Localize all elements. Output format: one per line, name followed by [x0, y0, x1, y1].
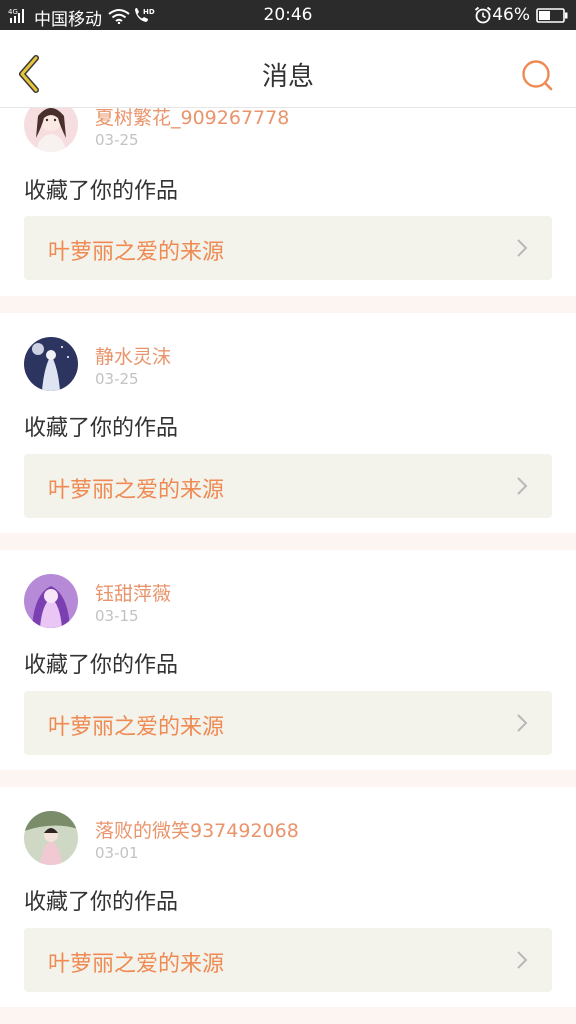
username[interactable]: 夏树繁花_909267778: [95, 108, 289, 130]
action-text: 收藏了你的作品: [24, 179, 179, 204]
work-link[interactable]: 叶萝丽之爱的来源: [24, 216, 552, 280]
message-date: 03-25: [95, 370, 139, 388]
search-icon[interactable]: [520, 58, 554, 92]
work-link[interactable]: 叶萝丽之爱的来源: [24, 928, 552, 992]
message-card: 静水灵沫 03-25 收藏了你的作品 叶萝丽之爱的来源: [0, 313, 576, 533]
avatar[interactable]: [24, 574, 78, 628]
action-text: 收藏了你的作品: [24, 890, 179, 915]
battery-icon: [536, 8, 568, 23]
message-card: 夏树繁花_909267778 03-25 收藏了你的作品 叶萝丽之爱的来源: [0, 108, 576, 296]
chevron-right-icon: [517, 951, 528, 969]
action-text: 收藏了你的作品: [24, 416, 179, 441]
message-date: 03-01: [95, 844, 139, 862]
message-date: 03-25: [95, 131, 139, 149]
battery-percent: 46%: [492, 5, 530, 25]
message-card: 落败的微笑937492068 03-01 收藏了你的作品 叶萝丽之爱的来源: [0, 787, 576, 1007]
message-list[interactable]: 夏树繁花_909267778 03-25 收藏了你的作品 叶萝丽之爱的来源 静水…: [0, 108, 576, 1024]
work-title: 叶萝丽之爱的来源: [48, 715, 225, 740]
nav-bar: 消息: [0, 30, 576, 108]
work-link[interactable]: 叶萝丽之爱的来源: [24, 691, 552, 755]
status-bar: 4G 中国移动 HD 20:46 46%: [0, 0, 576, 30]
chevron-right-icon: [517, 714, 528, 732]
page-title: 消息: [261, 62, 314, 92]
avatar[interactable]: [24, 108, 78, 152]
action-text: 收藏了你的作品: [24, 653, 179, 678]
username[interactable]: 静水灵沫: [95, 342, 171, 369]
chevron-right-icon: [517, 239, 528, 257]
username[interactable]: 落败的微笑937492068: [95, 816, 299, 843]
work-title: 叶萝丽之爱的来源: [48, 478, 225, 503]
username[interactable]: 钰甜萍薇: [95, 579, 171, 606]
alarm-icon: [474, 6, 492, 24]
avatar[interactable]: [24, 337, 78, 391]
work-title: 叶萝丽之爱的来源: [48, 952, 225, 977]
message-card: 钰甜萍薇 03-15 收藏了你的作品 叶萝丽之爱的来源: [0, 550, 576, 770]
work-link[interactable]: 叶萝丽之爱的来源: [24, 454, 552, 518]
work-title: 叶萝丽之爱的来源: [48, 240, 225, 265]
message-date: 03-15: [95, 607, 139, 625]
chevron-right-icon: [517, 477, 528, 495]
avatar[interactable]: [24, 811, 78, 865]
